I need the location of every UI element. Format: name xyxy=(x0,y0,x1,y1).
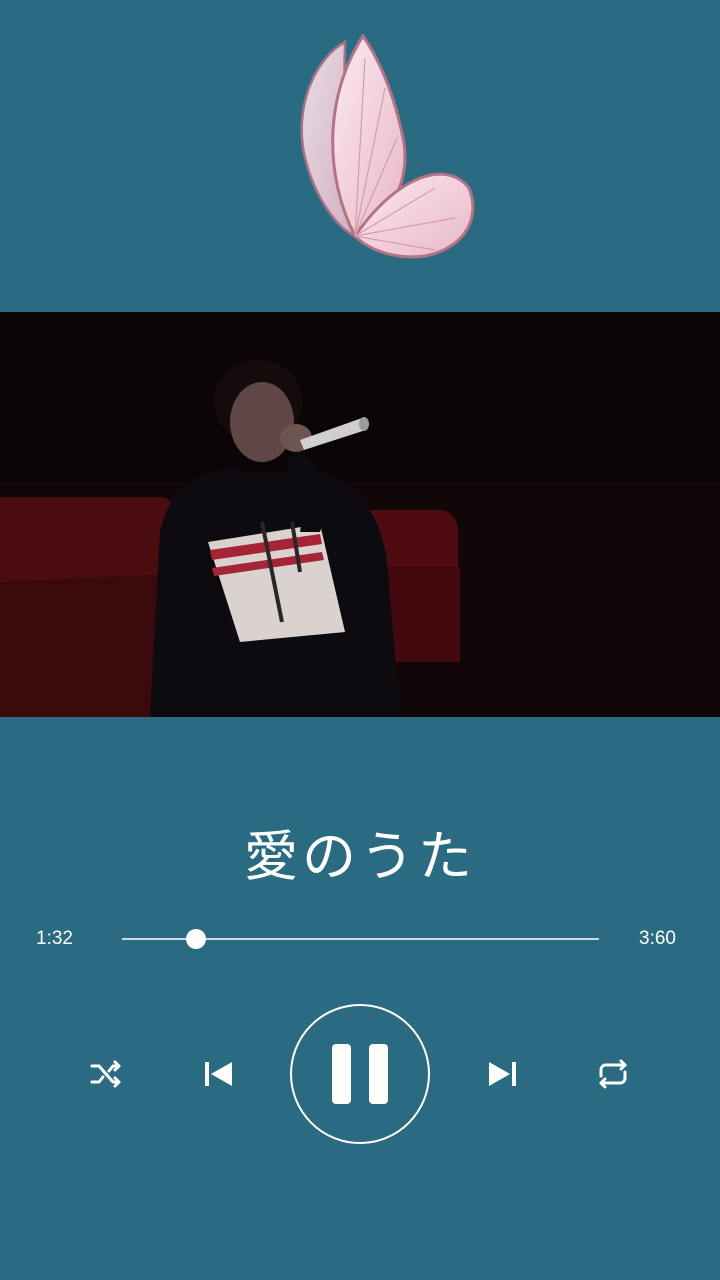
progress-bar[interactable] xyxy=(122,929,599,949)
progress-knob[interactable] xyxy=(185,929,206,949)
skip-next-icon xyxy=(489,1062,516,1086)
video-frame xyxy=(0,312,720,717)
skip-previous-icon xyxy=(205,1062,232,1086)
pause-icon xyxy=(332,1044,388,1104)
repeat-button[interactable] xyxy=(591,1052,635,1096)
next-button[interactable] xyxy=(481,1052,525,1096)
pause-button[interactable] xyxy=(290,1004,430,1144)
shuffle-button[interactable] xyxy=(84,1052,128,1096)
shuffle-icon xyxy=(90,1060,121,1088)
repeat-icon xyxy=(599,1059,627,1089)
butterfly-icon xyxy=(285,28,485,268)
current-time: 1:32 xyxy=(36,928,73,949)
song-title: 愛のうた xyxy=(244,825,476,888)
total-time: 3:60 xyxy=(639,928,676,949)
previous-button[interactable] xyxy=(196,1052,240,1096)
